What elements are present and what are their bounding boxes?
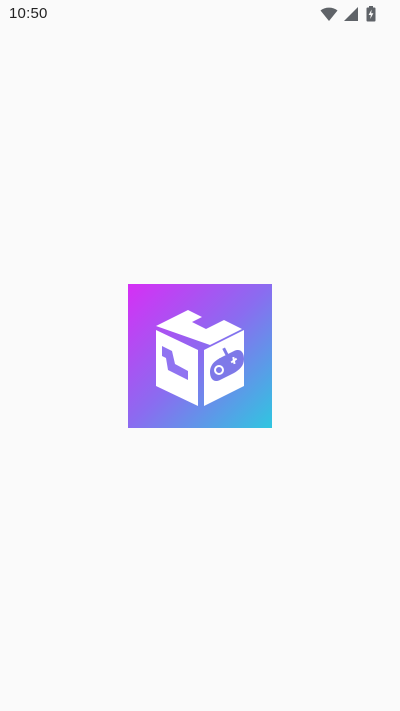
wifi-icon bbox=[320, 7, 338, 21]
status-time: 10:50 bbox=[9, 5, 48, 22]
app-logo bbox=[128, 284, 272, 428]
status-bar: 10:50 bbox=[0, 0, 400, 28]
game-cube-controller-icon bbox=[128, 284, 272, 428]
battery-charging-icon bbox=[366, 6, 376, 22]
signal-icon bbox=[344, 7, 358, 21]
